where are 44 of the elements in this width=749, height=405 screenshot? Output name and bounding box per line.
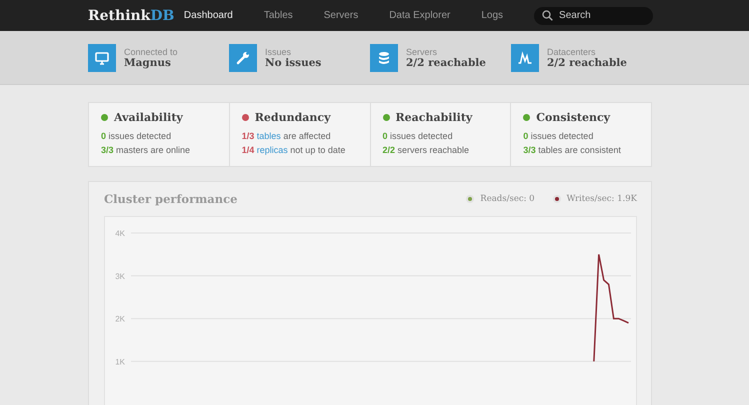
card-title: Redundancy (254, 111, 330, 124)
axis-tick-label: 1K (115, 357, 125, 366)
issue-line: 0 issues detected (101, 130, 172, 143)
axis-tick-label: 4K (115, 229, 125, 238)
legend-dot (552, 195, 561, 203)
search-input[interactable]: Search (559, 10, 650, 21)
issue-link[interactable]: replicas (256, 145, 288, 155)
issue-line: 0 issues detected (523, 130, 594, 143)
card-title: Consistency (536, 111, 610, 124)
nav-link[interactable]: Data Explorer (389, 10, 450, 21)
wrench-icon (229, 44, 257, 72)
status-label: Servers (406, 46, 438, 56)
search-icon (542, 10, 554, 21)
nav-link[interactable]: Tables (264, 10, 293, 21)
legend-label: Reads/sec: 0 (480, 194, 535, 204)
panel-title: Cluster performance (104, 192, 238, 206)
monitor-icon (88, 44, 116, 72)
status-value: No issues (265, 56, 322, 68)
issue-line: 1/3 tables are affected (242, 130, 332, 143)
status-value: Magnus (124, 56, 172, 68)
card-title: Availability (114, 111, 183, 124)
pulse-icon (511, 44, 539, 72)
status-value: 2/2 reachable (547, 56, 627, 68)
search-field[interactable]: Search (534, 6, 653, 24)
status-label: Connected to (124, 46, 178, 56)
legend-label: Writes/sec: 1.9K (566, 194, 637, 204)
axis-tick-label: 2K (115, 314, 125, 324)
legend-dot (466, 195, 474, 203)
issue-link[interactable]: tables (256, 131, 281, 141)
nav-link[interactable]: Logs (481, 10, 504, 21)
status-label: Datacenters (547, 46, 597, 56)
card-title: Reachability (396, 111, 472, 124)
logo[interactable]: RethinkDB (88, 8, 184, 24)
issue-line: 1/4 replicas not up to date (242, 144, 346, 157)
issue-line: 3/3 tables are consistent (523, 144, 622, 157)
status-label: Issues (265, 46, 292, 56)
axis-tick-label: 3K (115, 272, 125, 281)
issue-line: 3/3 masters are online (101, 144, 192, 157)
database-icon (370, 44, 398, 72)
issue-line: 0 issues detected (382, 130, 454, 143)
nav-link[interactable]: Servers (324, 10, 358, 21)
nav-link[interactable]: Dashboard (184, 10, 233, 21)
status-value: 2/2 reachable (406, 56, 486, 68)
issue-line: 2/2 servers reachable (382, 144, 470, 157)
